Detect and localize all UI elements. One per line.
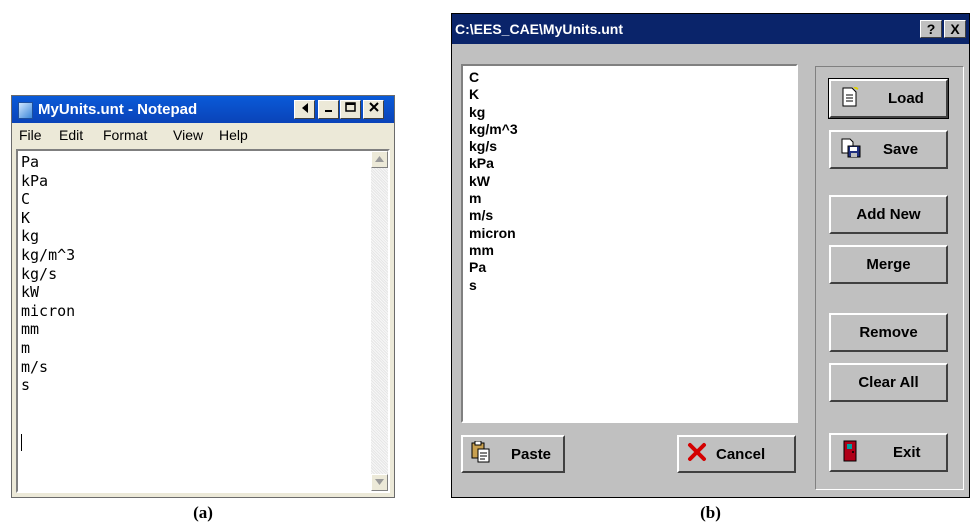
menu-format[interactable]: Format <box>103 123 147 147</box>
list-item[interactable]: kg/s <box>469 138 518 155</box>
notepad-lines: Pa kPa C K kg kg/m^3 kg/s kW micron mm m… <box>21 153 75 395</box>
help-button[interactable]: ? <box>920 20 942 38</box>
cancel-button[interactable]: Cancel <box>677 435 796 473</box>
text-line: kg <box>21 227 40 246</box>
menu-view[interactable]: View <box>173 123 203 147</box>
list-item[interactable]: s <box>469 277 518 294</box>
help-context-icon[interactable] <box>294 100 315 119</box>
list-item[interactable]: kW <box>469 173 518 190</box>
notepad-text-area[interactable]: Pa kPa C K kg kg/m^3 kg/s kW micron mm m… <box>16 149 390 493</box>
text-line: Pa <box>21 153 40 171</box>
close-button[interactable]: X <box>944 20 966 38</box>
menu-help[interactable]: Help <box>219 123 248 147</box>
units-list[interactable]: C K kg kg/m^3 kg/s kPa kW m m/s micron m… <box>461 64 798 423</box>
text-line: kg/m^3 <box>21 245 76 264</box>
text-line: m/s <box>21 357 49 376</box>
paste-button[interactable]: Paste <box>461 435 565 473</box>
add-new-label: Add New <box>856 206 921 223</box>
save-label: Save <box>883 141 919 158</box>
scroll-down-button[interactable] <box>371 474 388 491</box>
merge-label: Merge <box>866 256 911 273</box>
load-label: Load <box>888 90 924 107</box>
add-new-button[interactable]: Add New <box>829 195 948 234</box>
text-line: m <box>21 338 31 357</box>
text-line: C <box>21 190 31 209</box>
exit-button[interactable]: Exit <box>829 433 948 472</box>
list-item[interactable]: mm <box>469 242 518 259</box>
close-button[interactable] <box>363 100 384 119</box>
clear-all-button[interactable]: Clear All <box>829 363 948 402</box>
text-line: mm <box>21 320 40 339</box>
text-line: s <box>21 376 31 395</box>
menu-edit[interactable]: Edit <box>59 123 83 147</box>
list-item[interactable]: kg <box>469 104 518 121</box>
menu-file[interactable]: File <box>19 123 42 147</box>
maximize-button[interactable] <box>340 100 361 119</box>
notepad-document-icon <box>18 102 33 119</box>
merge-button[interactable]: Merge <box>829 245 948 284</box>
text-caret <box>21 434 22 451</box>
list-item[interactable]: K <box>469 86 518 103</box>
notepad-menubar: File Edit Format View Help <box>12 123 394 147</box>
caption-a: (a) <box>193 503 213 522</box>
scroll-up-button[interactable] <box>371 151 388 168</box>
paste-icon <box>471 440 491 467</box>
text-line: K <box>21 208 31 227</box>
dialog-titlebar[interactable]: C:\EES_CAE\MyUnits.unt ? X <box>452 14 969 44</box>
list-item[interactable]: micron <box>469 225 518 242</box>
remove-button[interactable]: Remove <box>829 313 948 352</box>
remove-label: Remove <box>859 324 918 341</box>
units-dialog: C:\EES_CAE\MyUnits.unt ? X C K kg kg/m^3… <box>451 13 970 498</box>
dialog-title: C:\EES_CAE\MyUnits.unt <box>455 21 624 37</box>
list-item[interactable]: Pa <box>469 259 518 276</box>
notepad-titlebar[interactable]: MyUnits.unt - Notepad <box>12 96 394 123</box>
caption-b: (b) <box>700 503 721 522</box>
list-item[interactable]: kg/m^3 <box>469 121 518 138</box>
exit-label: Exit <box>893 444 921 461</box>
list-item[interactable]: kPa <box>469 155 518 172</box>
cancel-label: Cancel <box>716 445 766 463</box>
text-line: kg/s <box>21 264 58 283</box>
vertical-scrollbar[interactable] <box>371 151 388 491</box>
minimize-button[interactable] <box>318 100 339 119</box>
units-list-items: C K kg kg/m^3 kg/s kPa kW m m/s micron m… <box>469 69 518 294</box>
save-button[interactable]: Save <box>829 130 948 169</box>
load-button[interactable]: Load <box>828 78 949 119</box>
save-icon <box>841 138 861 162</box>
notepad-title: MyUnits.unt - Notepad <box>38 101 198 118</box>
notepad-window: MyUnits.unt - Notepad File Edit Format V… <box>11 95 395 498</box>
list-item[interactable]: C <box>469 69 518 86</box>
exit-door-icon <box>843 440 857 466</box>
command-panel: Load Save Add New Merge Remove Clear All… <box>815 66 964 490</box>
list-item[interactable]: m/s <box>469 207 518 224</box>
text-line: micron <box>21 301 76 320</box>
clear-all-label: Clear All <box>858 374 919 391</box>
text-line: kW <box>21 283 40 302</box>
paste-label: Paste <box>511 445 552 463</box>
cancel-x-icon <box>687 442 707 466</box>
load-icon <box>841 85 859 111</box>
text-line: kPa <box>21 171 49 190</box>
list-item[interactable]: m <box>469 190 518 207</box>
